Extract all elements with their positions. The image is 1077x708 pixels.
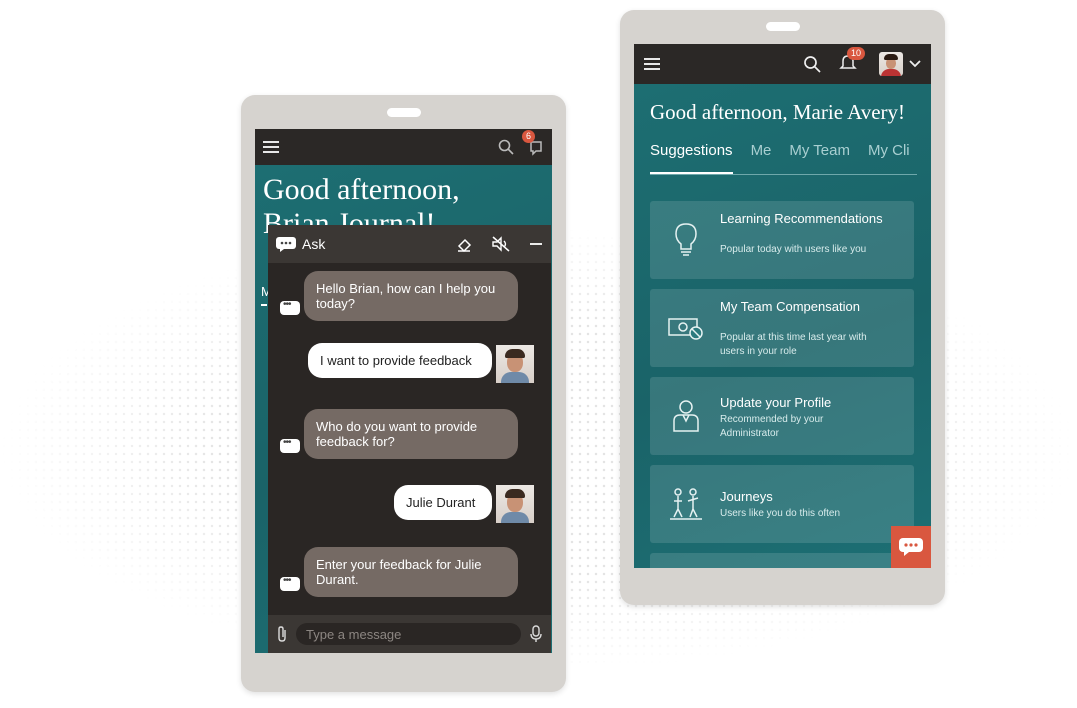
profile-avatar[interactable] bbox=[879, 52, 903, 76]
tab-my-clients[interactable]: My Cli bbox=[868, 142, 910, 174]
chevron-down-icon[interactable] bbox=[909, 59, 921, 69]
attachment-icon[interactable] bbox=[276, 625, 288, 643]
chat-input-bar bbox=[268, 615, 551, 653]
eraser-icon[interactable] bbox=[455, 235, 473, 253]
chat-message-bot: Who do you want to provide feedback for? bbox=[304, 409, 518, 459]
hamburger-menu-icon[interactable] bbox=[644, 58, 660, 70]
card-subtitle: Recommended by your Administrator bbox=[720, 414, 824, 439]
chat-launcher-button[interactable] bbox=[891, 526, 931, 568]
bot-icon bbox=[280, 299, 300, 315]
tab-suggestions[interactable]: Suggestions bbox=[650, 142, 733, 174]
page-title: Good afternoon, Marie Avery! bbox=[650, 100, 906, 124]
left-topbar: 6 bbox=[255, 129, 552, 165]
card-title: Journeys bbox=[720, 489, 773, 504]
chat-bubble-icon bbox=[276, 236, 296, 252]
chat-message-bot: Enter your feedback for Julie Durant. bbox=[304, 547, 518, 597]
tab-my-team[interactable]: My Team bbox=[789, 142, 850, 174]
message-input[interactable] bbox=[296, 623, 521, 645]
chat-message-user: I want to provide feedback bbox=[308, 343, 492, 378]
user-avatar bbox=[496, 485, 534, 523]
card-partial bbox=[650, 553, 914, 568]
right-phone: 10 Good afternoon, Marie Avery! Suggesti… bbox=[620, 10, 945, 605]
card-subtitle: Popular at this time last year with user… bbox=[720, 332, 867, 357]
right-phone-screen: 10 Good afternoon, Marie Avery! Suggesti… bbox=[634, 44, 931, 568]
chat-bubble-icon bbox=[899, 538, 923, 556]
left-phone: 6 Good afternoon, Brian Journal! M Ask H… bbox=[241, 95, 566, 692]
minimize-icon[interactable] bbox=[529, 235, 543, 253]
search-icon[interactable] bbox=[498, 139, 514, 155]
phone-speaker bbox=[765, 22, 800, 31]
card-subtitle: Users like you do this often bbox=[720, 508, 841, 519]
notification-badge: 10 bbox=[847, 46, 866, 60]
lightbulb-icon bbox=[675, 223, 697, 256]
chat-message-bot: Hello Brian, how can I help you today? bbox=[304, 271, 518, 321]
card-title: My Team Compensation bbox=[720, 299, 860, 314]
hamburger-menu-icon[interactable] bbox=[263, 141, 279, 153]
card-learning-recommendations[interactable]: Learning Recommendations Popular today w… bbox=[650, 201, 914, 279]
microphone-icon[interactable] bbox=[529, 625, 543, 643]
card-update-profile[interactable]: Update your Profile Recommended by your … bbox=[650, 377, 914, 455]
tab-me[interactable]: Me bbox=[751, 142, 772, 174]
bot-icon bbox=[280, 437, 300, 453]
chat-panel: Ask Hello Brian, how can I help you toda… bbox=[268, 225, 551, 653]
tab-bar: Suggestions Me My Team My Cli bbox=[650, 142, 917, 175]
bot-icon bbox=[280, 575, 300, 591]
card-title: Update your Profile bbox=[720, 395, 832, 410]
money-icon bbox=[668, 318, 703, 340]
chat-title: Ask bbox=[302, 236, 326, 252]
phone-speaker bbox=[386, 108, 421, 117]
notification-badge: 6 bbox=[522, 130, 536, 143]
tab-underline bbox=[261, 304, 267, 306]
user-avatar bbox=[496, 345, 534, 383]
mute-icon[interactable] bbox=[491, 235, 511, 253]
person-icon bbox=[673, 400, 699, 432]
card-subtitle: Popular today with users like you bbox=[720, 244, 867, 255]
search-icon[interactable] bbox=[803, 55, 821, 73]
card-journeys[interactable]: Journeys Users like you do this often bbox=[650, 465, 914, 543]
journey-icon bbox=[670, 488, 702, 520]
chat-messages: Hello Brian, how can I help you today? I… bbox=[268, 263, 551, 615]
card-team-compensation[interactable]: My Team Compensation Popular at this tim… bbox=[650, 289, 914, 367]
card-title: Learning Recommendations bbox=[720, 211, 883, 226]
right-topbar: 10 bbox=[634, 44, 931, 84]
chat-message-user: Julie Durant bbox=[394, 485, 492, 520]
chat-header: Ask bbox=[268, 225, 551, 263]
